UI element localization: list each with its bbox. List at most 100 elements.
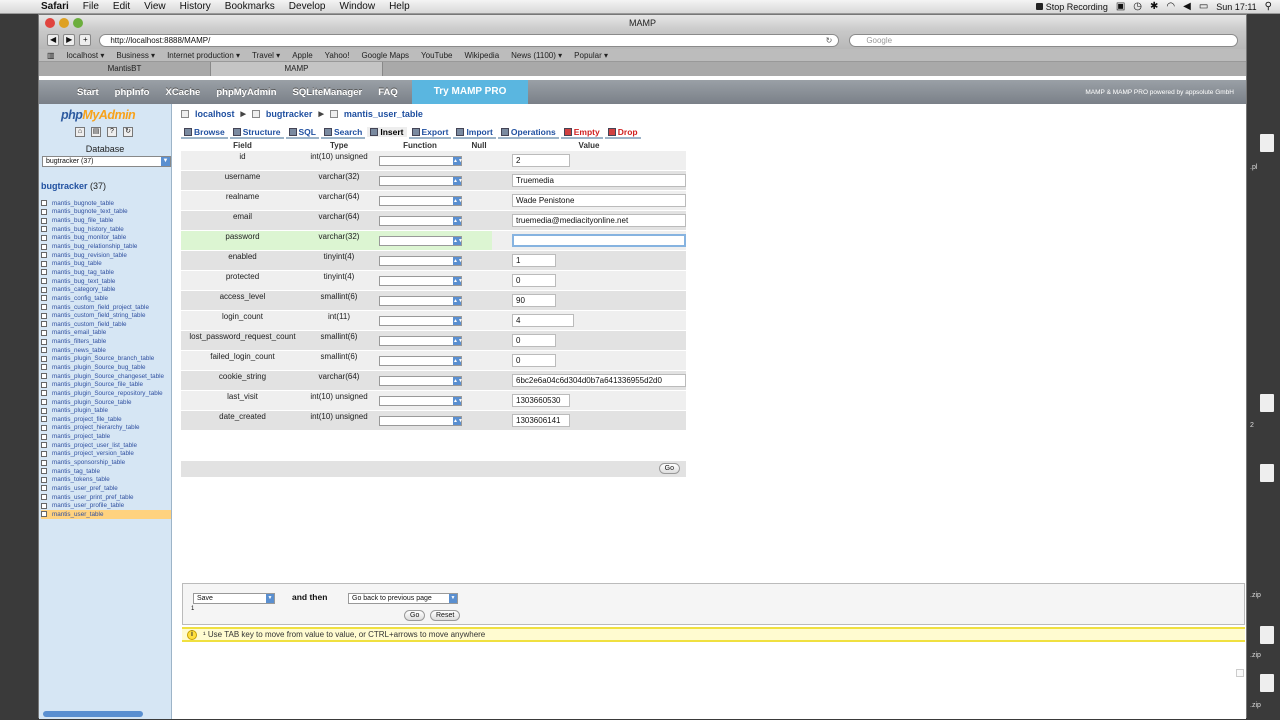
function-select[interactable]: ▲▼ <box>379 275 463 286</box>
function-select[interactable]: ▲▼ <box>379 235 463 246</box>
table-list-item[interactable]: mantis_bugnote_text_table <box>41 208 171 217</box>
table-list-item[interactable]: mantis_plugin_table <box>41 406 171 415</box>
table-list-item[interactable]: mantis_config_table <box>41 294 171 303</box>
table-list-item[interactable]: mantis_user_profile_table <box>41 501 171 510</box>
tab-operations[interactable]: Operations <box>497 127 559 139</box>
table-list-item[interactable]: mantis_bug_relationship_table <box>41 242 171 251</box>
bluetooth-icon[interactable]: ✱ <box>1150 1 1158 12</box>
table-icon[interactable] <box>41 459 47 466</box>
tab-insert[interactable]: Insert <box>367 127 407 139</box>
table-list-item[interactable]: mantis_project_user_list_table <box>41 441 171 450</box>
table-list-item[interactable]: mantis_user_pref_table <box>41 484 171 493</box>
phpmyadmin-logo[interactable]: phpMyAdmin <box>61 108 171 122</box>
add-bookmark-button[interactable]: + <box>79 34 92 46</box>
function-select[interactable]: ▲▼ <box>379 395 463 406</box>
tab-structure[interactable]: Structure <box>229 127 284 139</box>
menu-history[interactable]: History <box>173 1 218 12</box>
table-icon[interactable] <box>41 338 47 345</box>
table-icon[interactable] <box>41 200 47 207</box>
clock-icon[interactable]: ◷ <box>1133 1 1142 12</box>
table-icon[interactable] <box>41 269 47 276</box>
table-list-item[interactable]: mantis_plugin_Source_changeset_table <box>41 372 171 381</box>
go-button[interactable]: Go <box>404 610 426 621</box>
bookmarks-icon[interactable]: ▥ <box>47 51 55 60</box>
function-select[interactable]: ▲▼ <box>379 195 463 206</box>
function-select[interactable]: ▲▼ <box>379 155 463 166</box>
tab-browse[interactable]: Browse <box>181 127 228 139</box>
forward-button[interactable]: ▶ <box>63 34 76 46</box>
bookmark-item[interactable]: Google Maps <box>361 51 409 60</box>
table-list-item[interactable]: mantis_tag_table <box>41 467 171 476</box>
value-input[interactable]: 0 <box>512 334 556 347</box>
tab-sql[interactable]: SQL <box>285 127 319 139</box>
menu-safari[interactable]: Safari <box>34 1 76 12</box>
table-icon[interactable] <box>41 278 47 285</box>
menu-window[interactable]: Window <box>333 1 383 12</box>
table-icon[interactable] <box>41 286 47 293</box>
bookmark-item[interactable]: Business ▾ <box>116 51 155 60</box>
table-icon[interactable] <box>41 234 47 241</box>
table-list-item[interactable]: mantis_project_hierarchy_table <box>41 424 171 433</box>
bookmark-item[interactable]: Popular ▾ <box>574 51 608 60</box>
menu-view[interactable]: View <box>137 1 173 12</box>
desktop-file-icon[interactable] <box>1260 464 1274 482</box>
table-list-item[interactable]: mantis_bug_revision_table <box>41 251 171 260</box>
crumb-server[interactable]: localhost <box>195 109 235 119</box>
insert-go-button[interactable]: Go <box>658 463 680 474</box>
database-name[interactable]: bugtracker (37) <box>41 181 171 191</box>
value-input[interactable]: 2 <box>512 154 570 167</box>
after-insert-select[interactable]: Go back to previous page ▼ <box>348 593 458 604</box>
function-select[interactable]: ▲▼ <box>379 175 463 186</box>
value-input[interactable]: 90 <box>512 294 556 307</box>
table-icon[interactable] <box>41 243 47 250</box>
search-field[interactable]: Google <box>849 33 1238 47</box>
table-list-item[interactable]: mantis_email_table <box>41 329 171 338</box>
bookmark-item[interactable]: Internet production ▾ <box>167 51 240 60</box>
query-window-icon[interactable]: ▤ <box>91 127 101 137</box>
nav-sqlitemanager[interactable]: SQLiteManager <box>285 87 371 98</box>
table-list-item[interactable]: mantis_project_file_table <box>41 415 171 424</box>
function-select[interactable]: ▲▼ <box>379 335 463 346</box>
table-icon[interactable] <box>41 373 47 380</box>
bookmark-item[interactable]: Wikipedia <box>464 51 499 60</box>
table-icon[interactable] <box>41 442 47 449</box>
back-button[interactable]: ◀ <box>47 34 60 46</box>
table-icon[interactable] <box>41 476 47 483</box>
value-input[interactable]: truemedia@mediacityonline.net <box>512 214 686 227</box>
save-select[interactable]: Save ▼ <box>193 593 275 604</box>
table-icon[interactable] <box>41 424 47 431</box>
function-select[interactable]: ▲▼ <box>379 375 463 386</box>
table-icon[interactable] <box>41 217 47 224</box>
table-icon[interactable] <box>41 433 47 440</box>
table-icon[interactable] <box>41 304 47 310</box>
reload-icon[interactable]: ↻ <box>123 127 133 137</box>
menu-bookmarks[interactable]: Bookmarks <box>218 1 282 12</box>
function-select[interactable]: ▲▼ <box>379 315 463 326</box>
table-list-item[interactable]: mantis_project_table <box>41 432 171 441</box>
table-list-item[interactable]: mantis_bug_file_table <box>41 216 171 225</box>
table-icon[interactable] <box>41 208 47 215</box>
table-list-item[interactable]: mantis_plugin_Source_bug_table <box>41 363 171 372</box>
table-icon[interactable] <box>41 381 47 388</box>
value-input[interactable]: 1303606141 <box>512 414 570 427</box>
table-list-item[interactable]: mantis_custom_field_project_table <box>41 303 171 312</box>
table-icon[interactable] <box>41 399 47 406</box>
table-list-item[interactable]: mantis_plugin_Source_file_table <box>41 380 171 389</box>
table-icon[interactable] <box>41 364 47 371</box>
value-input[interactable]: 1 <box>512 254 556 267</box>
table-icon[interactable] <box>41 252 47 259</box>
table-icon[interactable] <box>41 226 47 233</box>
menu-help[interactable]: Help <box>382 1 417 12</box>
try-mamp-pro-button[interactable]: Try MAMP PRO <box>411 80 529 104</box>
screenshot-icon[interactable]: ▣ <box>1116 1 1125 12</box>
resize-handle[interactable] <box>1236 669 1244 677</box>
table-icon[interactable] <box>41 312 47 319</box>
table-list-item[interactable]: mantis_bug_text_table <box>41 277 171 286</box>
crumb-table[interactable]: mantis_user_table <box>344 109 423 119</box>
table-list-item[interactable]: mantis_plugin_Source_repository_table <box>41 389 171 398</box>
function-select[interactable]: ▲▼ <box>379 215 463 226</box>
home-icon[interactable]: ⌂ <box>75 127 85 137</box>
table-list-item[interactable]: mantis_custom_field_string_table <box>41 311 171 320</box>
nav-faq[interactable]: FAQ <box>370 87 406 98</box>
table-list-item[interactable]: mantis_bug_tag_table <box>41 268 171 277</box>
